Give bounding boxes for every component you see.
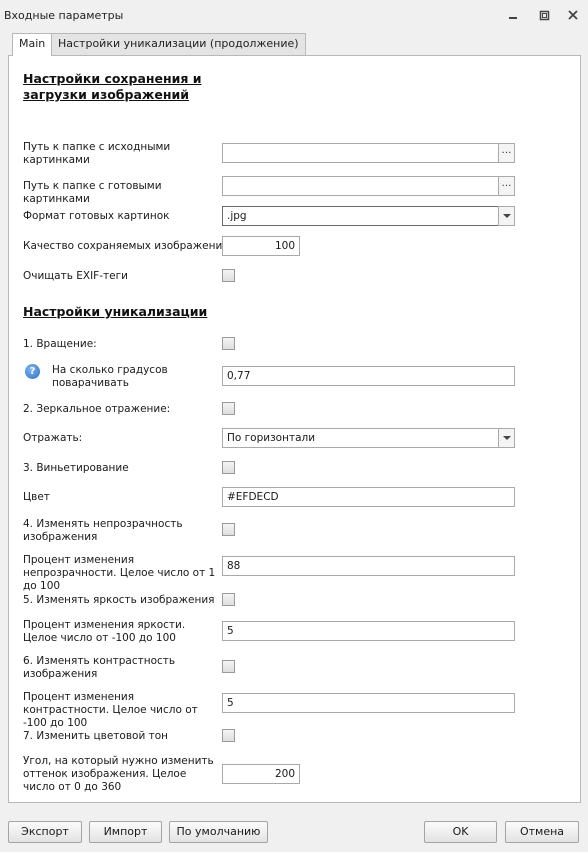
rotation-label: 1. Вращение: (23, 338, 97, 350)
hue-label: 7. Изменить цветовой тон (23, 730, 169, 742)
title-bar: Входные параметры (0, 0, 588, 30)
exif-checkbox[interactable] (222, 269, 235, 282)
exif-label: Очищать EXIF-теги (23, 270, 128, 282)
tab-uniqueness-continued[interactable]: Настройки уникализации (продолжение) (51, 33, 306, 55)
minimize-icon[interactable] (506, 8, 520, 22)
export-button[interactable]: Экспорт (8, 821, 82, 843)
rotation-degrees-input[interactable]: 0,77 (222, 366, 515, 386)
vignette-checkbox[interactable] (222, 461, 235, 474)
color-label: Цвет (23, 491, 50, 503)
defaults-button[interactable]: По умолчанию (169, 821, 268, 843)
import-button[interactable]: Импорт (89, 821, 162, 843)
opacity-label: 4. Изменять непрозрачность изображения (23, 518, 183, 543)
chevron-down-icon (502, 213, 511, 218)
contrast-percent-input[interactable]: 5 (222, 693, 515, 713)
brightness-label: 5. Изменять яркость изображения (23, 594, 215, 606)
vignette-label: 3. Виньетирование (23, 462, 129, 474)
opacity-checkbox[interactable] (222, 523, 235, 536)
contrast-label: 6. Изменять контрастность изображения (23, 655, 176, 680)
contrast-percent-label: Процент изменения контрастности. Целое ч… (23, 691, 198, 729)
hue-checkbox[interactable] (222, 729, 235, 742)
chevron-down-icon (502, 435, 511, 440)
maximize-icon[interactable] (537, 8, 551, 22)
source-folder-input[interactable] (222, 143, 499, 163)
result-folder-label: Путь к папке с готовыми картинками (23, 180, 162, 205)
help-icon[interactable]: ? (25, 364, 40, 379)
hue-angle-input[interactable]: 200 (222, 764, 300, 784)
rotation-checkbox[interactable] (222, 337, 235, 350)
hue-angle-label: Угол, на который нужно изменить оттенок … (23, 755, 214, 793)
result-folder-input[interactable] (222, 176, 499, 196)
format-dropdown-button[interactable] (498, 206, 515, 226)
cancel-button[interactable]: Отмена (505, 821, 579, 843)
opacity-percent-label: Процент изменения непрозрачности. Целое … (23, 554, 216, 592)
reflect-dropdown-button[interactable] (498, 428, 515, 448)
brightness-percent-input[interactable]: 5 (222, 621, 515, 641)
opacity-percent-input[interactable]: 88 (222, 556, 515, 576)
source-folder-browse-button[interactable]: … (498, 143, 515, 163)
window-title: Входные параметры (4, 9, 124, 22)
contrast-checkbox[interactable] (222, 660, 235, 673)
brightness-percent-label: Процент изменения яркости. Целое число о… (23, 619, 186, 644)
ok-button[interactable]: OK (424, 821, 497, 843)
ellipsis-icon: … (501, 178, 512, 189)
format-label: Формат готовых картинок (23, 210, 170, 222)
close-icon[interactable] (566, 8, 580, 22)
section-title-unique: Настройки уникализации (23, 304, 208, 319)
reflect-label: Отражать: (23, 432, 83, 444)
quality-label: Качество сохраняемых изображений (23, 240, 230, 252)
rotation-degrees-label: На сколько градусов поварачивать (52, 364, 168, 389)
mirror-label: 2. Зеркальное отражение: (23, 403, 171, 415)
section-title-save: Настройки сохранения и загрузки изображе… (23, 71, 202, 102)
ellipsis-icon: … (501, 145, 512, 156)
source-folder-label: Путь к папке с исходными картинками (23, 141, 171, 166)
result-folder-browse-button[interactable]: … (498, 176, 515, 196)
brightness-checkbox[interactable] (222, 593, 235, 606)
format-select[interactable]: .jpg (222, 206, 499, 226)
mirror-checkbox[interactable] (222, 402, 235, 415)
color-input[interactable]: #EFDECD (222, 487, 515, 507)
tab-main[interactable]: Main (12, 33, 53, 56)
reflect-select[interactable]: По горизонтали (222, 428, 499, 448)
quality-input[interactable]: 100 (222, 236, 300, 256)
